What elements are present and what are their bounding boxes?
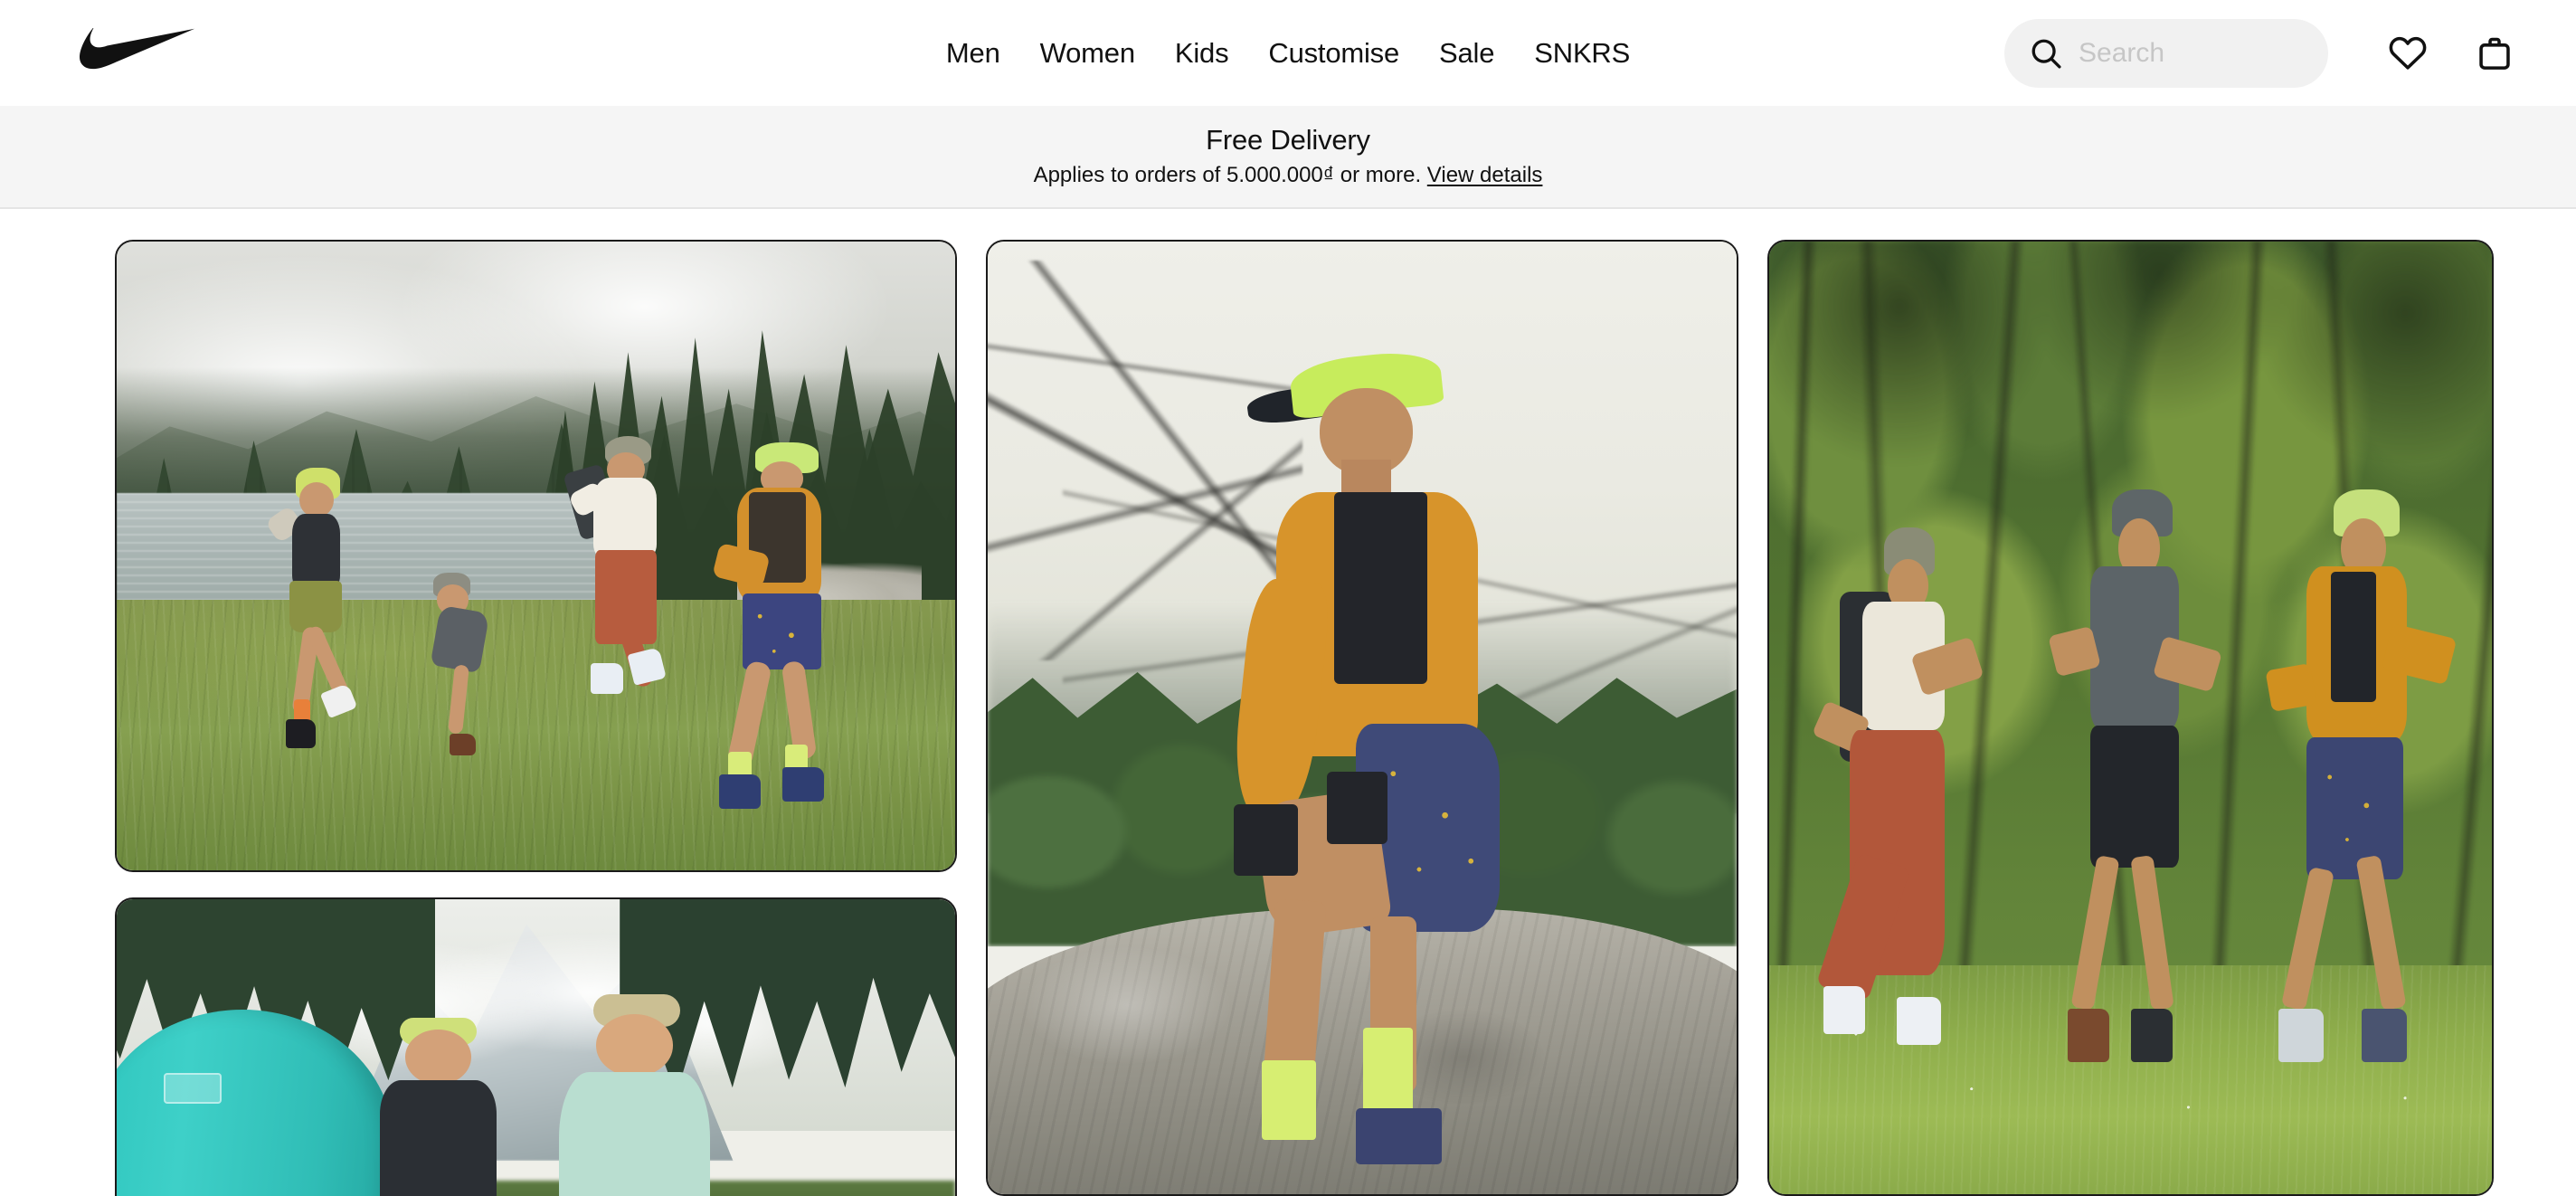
photo-paddleboard-lake: [117, 899, 955, 1196]
tile-three-hikers-forest[interactable]: [1767, 240, 2494, 1196]
bag-icon: [2474, 33, 2515, 74]
tile-paddleboard-lake[interactable]: [115, 897, 957, 1196]
hero-column-2: [986, 240, 1738, 1196]
promo-subtitle-text: Applies to orders of 5.000.000₫ or more.: [1033, 163, 1422, 188]
nav-item-snkrs[interactable]: SNKRS: [1514, 0, 1650, 106]
nav-item-men[interactable]: Men: [926, 0, 1020, 106]
promo-subtitle: Applies to orders of 5.000.000₫ or more.…: [1034, 160, 1543, 192]
favourites-button[interactable]: [2368, 19, 2448, 88]
photo-seated-rock: [988, 242, 1737, 1194]
search-box[interactable]: [2004, 18, 2428, 88]
nav-item-kids[interactable]: Kids: [1155, 0, 1249, 106]
heart-icon: [2387, 33, 2429, 74]
header-actions: [2004, 0, 2534, 106]
nav-item-sale[interactable]: Sale: [1419, 0, 1514, 106]
hero-image-grid: [0, 209, 2576, 1196]
tile-group-play-lake[interactable]: [115, 240, 957, 872]
hero-column-1: [115, 240, 957, 1196]
promo-title: Free Delivery: [1206, 123, 1370, 156]
nav-item-women[interactable]: Women: [1020, 0, 1155, 106]
tile-seated-rock[interactable]: [986, 240, 1738, 1196]
view-details-link[interactable]: View details: [1427, 163, 1543, 187]
nav-item-customise[interactable]: Customise: [1248, 0, 1419, 106]
free-delivery-banner: Free Delivery Applies to orders of 5.000…: [0, 106, 2576, 209]
site-header: Men Women Kids Customise Sale SNKRS: [0, 0, 2576, 106]
bag-button[interactable]: [2455, 19, 2534, 88]
photo-group-play-lake: [117, 242, 955, 870]
search-icon: [2028, 35, 2064, 71]
photo-three-hikers-forest: [1769, 242, 2492, 1194]
hero-column-3: [1767, 240, 2494, 1196]
